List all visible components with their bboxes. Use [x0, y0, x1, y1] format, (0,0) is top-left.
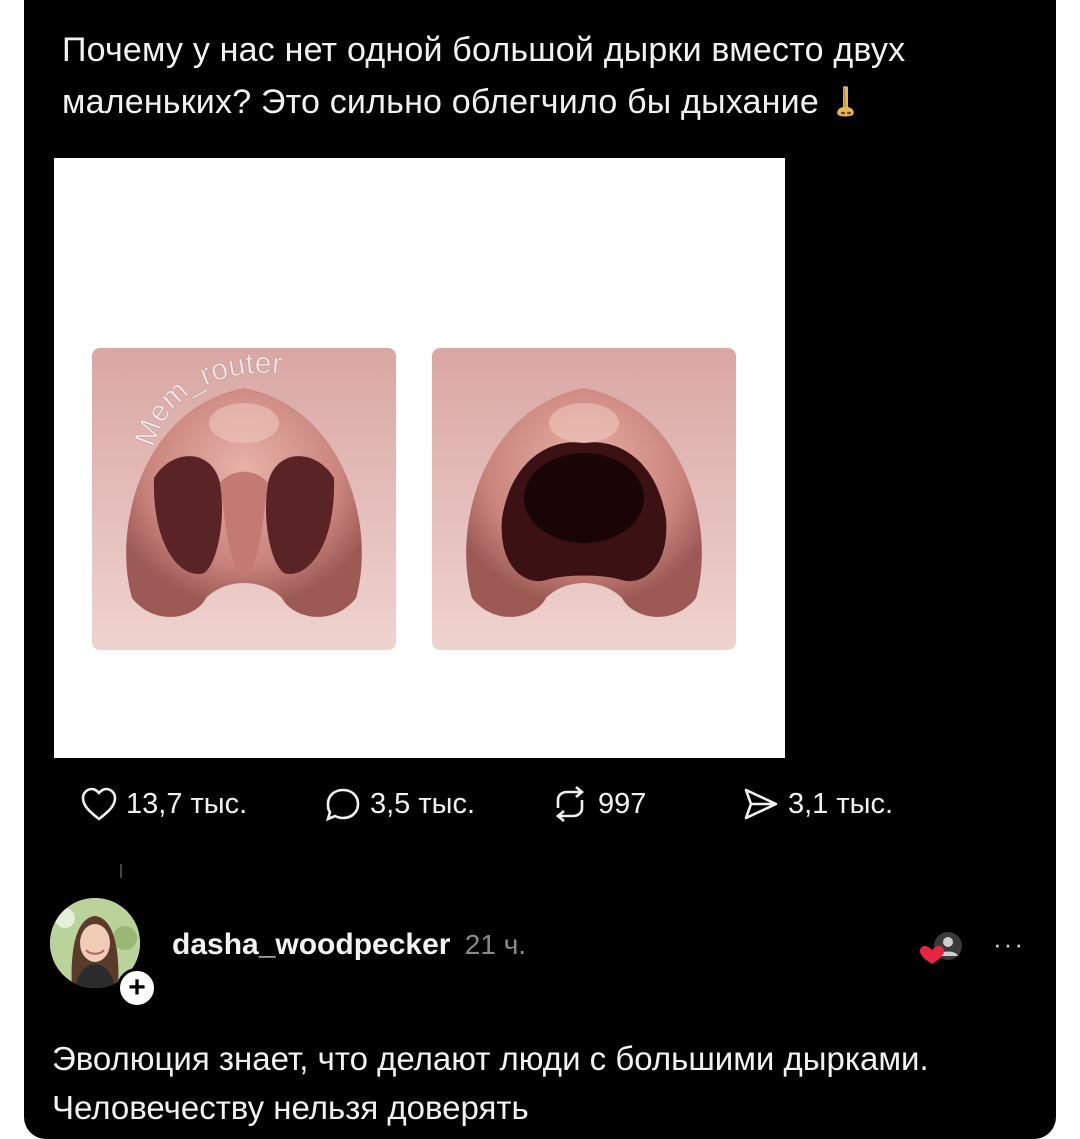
heart-icon	[81, 787, 117, 821]
post-actions: 13,7 тыс. 3,5 тыс. 997 3,1 тыс.	[80, 782, 980, 826]
post-card: Почему у нас нет одной большой дырки вме…	[24, 0, 1056, 1139]
repost-icon	[555, 786, 585, 822]
like-count: 13,7 тыс.	[126, 787, 248, 820]
nose-icon	[835, 82, 857, 134]
more-options-button[interactable]: ···	[984, 926, 1034, 962]
post-image[interactable]: Mem_router	[54, 158, 785, 758]
more-icon: ···	[993, 929, 1025, 959]
share-button[interactable]: 3,1 тыс.	[742, 782, 893, 826]
repost-button[interactable]: 997	[550, 782, 646, 826]
red-heart-icon	[920, 946, 944, 964]
follow-plus-label: +	[128, 971, 146, 1004]
watermark-text: Mem_router	[134, 347, 284, 451]
post-text-content: Почему у нас нет одной большой дырки вме…	[62, 31, 906, 121]
thread-line	[120, 864, 122, 878]
post-text: Почему у нас нет одной большой дырки вме…	[62, 24, 1042, 134]
username[interactable]: dasha_woodpecker	[172, 928, 450, 961]
comment-count: 3,5 тыс.	[370, 787, 476, 820]
repost-count: 997	[598, 787, 647, 820]
comment-button[interactable]: 3,5 тыс.	[324, 782, 475, 826]
author-liked-indicator	[910, 926, 970, 970]
comment-author[interactable]: dasha_woodpecker 21 ч.	[172, 928, 526, 962]
comment-time: 21 ч.	[464, 929, 527, 960]
follow-button[interactable]: +	[117, 968, 157, 1008]
comment-bubble-icon	[325, 788, 360, 822]
share-count: 3,1 тыс.	[788, 787, 894, 820]
send-icon	[744, 788, 778, 820]
like-button[interactable]: 13,7 тыс.	[80, 782, 247, 826]
comment-text: Эволюция знает, что делают люди с больши…	[52, 1040, 929, 1126]
nose-photo-one-nostril	[432, 348, 736, 650]
watermark-logo: Mem_router	[134, 347, 284, 451]
svg-text:Mem_router: Mem_router	[134, 347, 284, 450]
